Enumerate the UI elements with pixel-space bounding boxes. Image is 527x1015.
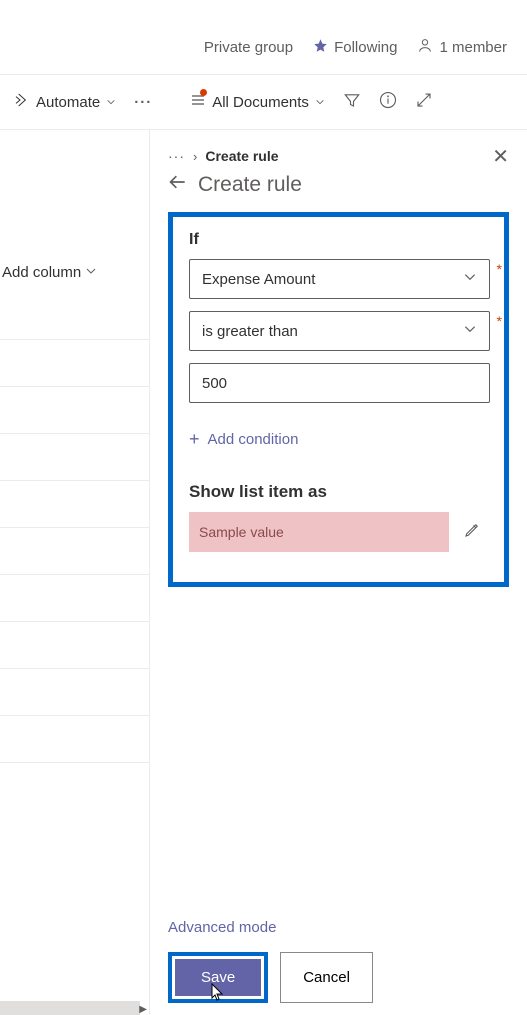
chevron-down-icon — [85, 264, 97, 281]
create-rule-panel: ✕ ··· › Create rule Create rule If Expen… — [150, 130, 527, 1015]
automate-icon — [14, 92, 30, 112]
arrow-left-icon — [168, 172, 188, 192]
list-row — [0, 434, 149, 481]
chevron-right-icon: › — [193, 149, 197, 164]
operator-select-value: is greater than — [202, 323, 298, 340]
breadcrumb-overflow-button[interactable]: ··· — [168, 148, 185, 164]
add-column-label: Add column — [2, 264, 81, 281]
save-button[interactable]: Save — [175, 959, 261, 996]
list-row — [0, 528, 149, 575]
star-icon — [313, 38, 328, 57]
left-column: Add column ▶ — [0, 130, 150, 1015]
paint-icon — [463, 521, 481, 539]
column-field-row: Expense Amount * — [189, 259, 490, 299]
info-button[interactable] — [379, 91, 397, 113]
list-row — [0, 622, 149, 669]
add-condition-label: Add condition — [208, 431, 299, 448]
following-toggle[interactable]: Following — [313, 38, 397, 57]
required-marker: * — [497, 261, 502, 277]
filter-button[interactable] — [343, 91, 361, 113]
list-row — [0, 481, 149, 528]
panel-title: Create rule — [198, 173, 302, 197]
list-row — [0, 575, 149, 622]
more-actions-button[interactable]: ··· — [134, 94, 152, 111]
column-select-value: Expense Amount — [202, 271, 315, 288]
expand-button[interactable] — [415, 91, 433, 113]
group-type-label: Private group — [204, 39, 293, 56]
required-marker: * — [497, 313, 502, 329]
view-label: All Documents — [212, 94, 309, 111]
chevron-down-icon — [315, 94, 325, 111]
add-column-button[interactable]: Add column — [0, 252, 149, 293]
value-field-row — [189, 363, 490, 403]
plus-icon: + — [189, 429, 200, 450]
back-button[interactable] — [168, 172, 188, 198]
cursor-icon — [210, 982, 226, 1002]
list-row — [0, 669, 149, 716]
content-area: Add column ▶ ✕ ··· › Create rule — [0, 130, 527, 1015]
horizontal-scrollbar[interactable] — [0, 1001, 140, 1015]
close-icon: ✕ — [492, 146, 509, 168]
automate-label: Automate — [36, 94, 100, 111]
operator-select[interactable]: is greater than — [189, 311, 490, 351]
member-count-label: 1 member — [439, 39, 507, 56]
site-header: Private group Following 1 member — [0, 0, 527, 75]
show-as-label: Show list item as — [189, 482, 490, 502]
list-row — [0, 340, 149, 387]
list-row — [0, 387, 149, 434]
chevron-down-icon — [106, 94, 116, 111]
person-icon — [417, 37, 433, 57]
scroll-right-icon[interactable]: ▶ — [139, 1004, 147, 1015]
preview-row: Sample value — [189, 512, 490, 552]
advanced-mode-link[interactable]: Advanced mode — [168, 919, 509, 936]
value-input[interactable] — [189, 363, 490, 403]
chevron-down-icon — [463, 270, 477, 288]
add-condition-button[interactable]: + Add condition — [189, 429, 490, 450]
automate-menu[interactable]: Automate — [14, 92, 116, 112]
breadcrumb: ··· › Create rule — [168, 148, 509, 164]
list-row — [0, 716, 149, 763]
cancel-button[interactable]: Cancel — [280, 952, 373, 1003]
member-count[interactable]: 1 member — [417, 37, 507, 57]
command-bar: Automate ··· All Documents — [0, 75, 527, 130]
chevron-down-icon — [463, 322, 477, 340]
operator-field-row: is greater than * — [189, 311, 490, 351]
breadcrumb-current: Create rule — [205, 148, 278, 164]
if-label: If — [189, 231, 490, 249]
following-label: Following — [334, 39, 397, 56]
preview-chip: Sample value — [189, 512, 449, 552]
list-row — [0, 293, 149, 340]
rule-form: If Expense Amount * is greater than * — [168, 212, 509, 587]
save-highlight-wrap: Save — [168, 952, 268, 1003]
view-switcher[interactable]: All Documents — [190, 92, 325, 112]
column-select[interactable]: Expense Amount — [189, 259, 490, 299]
edit-style-button[interactable] — [463, 521, 481, 544]
panel-footer: Save Cancel — [168, 952, 509, 1003]
close-button[interactable]: ✕ — [492, 144, 509, 169]
panel-title-row: Create rule — [168, 172, 509, 198]
